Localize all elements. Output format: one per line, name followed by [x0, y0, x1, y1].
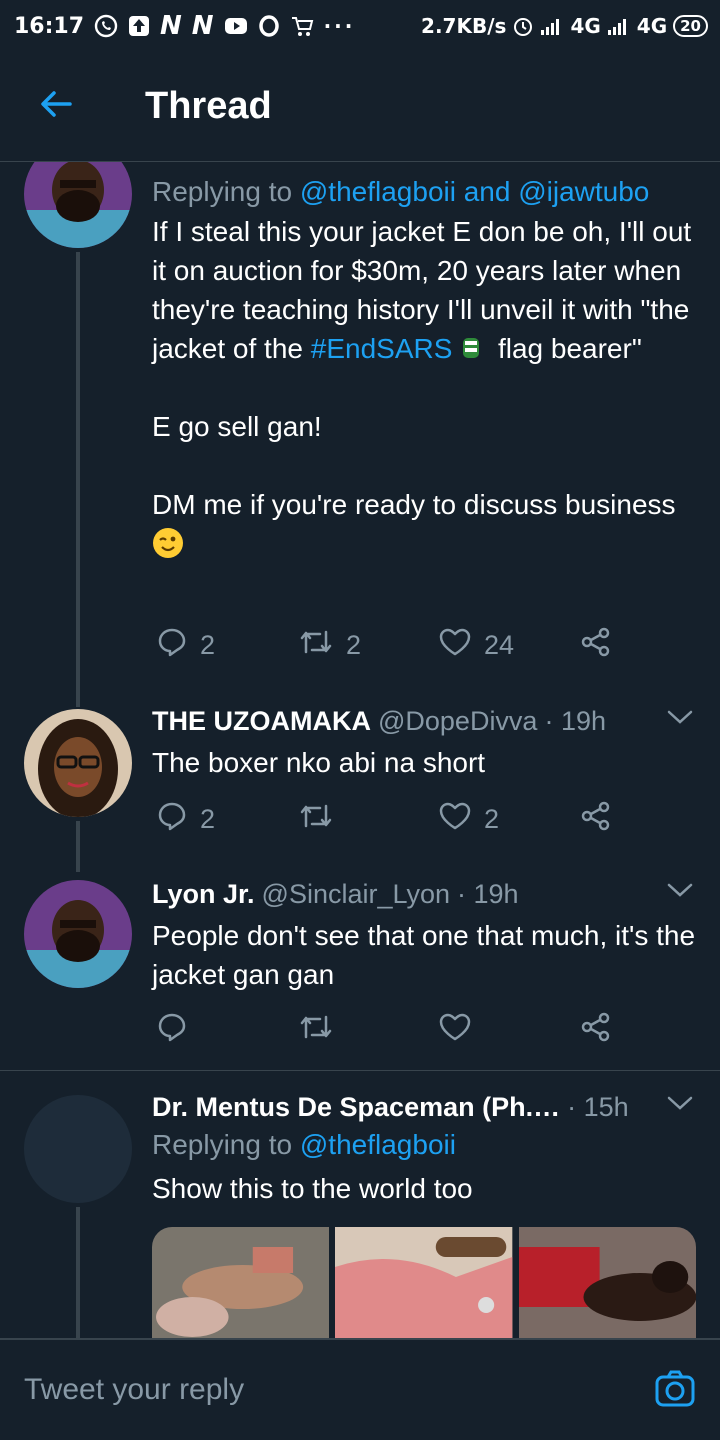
network-type-1: 4G	[570, 14, 601, 38]
like-button[interactable]	[438, 1011, 484, 1050]
share-icon	[580, 800, 612, 839]
reply-button[interactable]: 2	[156, 626, 215, 665]
back-button[interactable]	[0, 52, 112, 162]
reply-button[interactable]	[156, 1011, 200, 1050]
share-button[interactable]	[580, 1011, 612, 1050]
replying-to-link[interactable]: @theflagboii	[300, 1129, 456, 1160]
replying-to: Replying to @theflagboii	[152, 1129, 456, 1160]
user-handle[interactable]: @DopeDivva	[378, 705, 537, 737]
display-name[interactable]: THE UZOAMAKA	[152, 705, 371, 737]
signal-icon	[540, 16, 564, 36]
alarm-icon	[512, 15, 534, 37]
tweet-header: Lyon Jr. @Sinclair_Lyon · 19h	[152, 878, 697, 910]
status-bar: 16:17 N N ··· 2.7KB/s 4G 4G 20	[0, 0, 720, 52]
youtube-icon	[224, 16, 248, 36]
thread-line	[76, 821, 80, 872]
wink-emoji-icon	[152, 527, 184, 559]
display-name[interactable]: Dr. Mentus De Spaceman (Ph.…	[152, 1091, 560, 1123]
tweet-item[interactable]: Dr. Mentus De Spaceman (Ph.… · 15h Reply…	[0, 1071, 720, 1338]
retweet-icon	[298, 1011, 334, 1050]
retweet-button[interactable]: 2	[298, 626, 361, 665]
n-app-icon: N	[160, 11, 182, 41]
thread-feed[interactable]: Replying to @theflagboii and @ijawtubo I…	[0, 162, 720, 1338]
like-button[interactable]: 24	[438, 626, 514, 665]
upload-icon	[128, 15, 150, 37]
reply-input[interactable]: Tweet your reply	[24, 1373, 624, 1407]
chevron-down-icon[interactable]	[666, 880, 694, 905]
avatar[interactable]	[24, 1095, 132, 1203]
replying-to-link[interactable]: @theflagboii and @ijawtubo	[300, 176, 650, 207]
tweet-time: · 19h	[544, 706, 606, 736]
thread-line	[76, 1207, 80, 1338]
tweet-header: THE UZOAMAKA @DopeDivva · 19h	[152, 705, 697, 737]
tweet-header: Dr. Mentus De Spaceman (Ph.… · 15h	[152, 1091, 697, 1123]
battery-icon: 20	[673, 15, 708, 37]
tweet-text: People don't see that one that much, it'…	[152, 920, 703, 990]
tweet-time: · 15h	[567, 1092, 629, 1122]
n-app-icon-2: N	[191, 11, 214, 41]
retweet-button[interactable]	[298, 800, 346, 839]
tweet-item[interactable]: Replying to @theflagboii and @ijawtubo I…	[0, 162, 720, 697]
share-button[interactable]	[580, 800, 612, 839]
retweet-icon	[298, 800, 334, 839]
tweet-item[interactable]: Lyon Jr. @Sinclair_Lyon · 19h People don…	[0, 872, 720, 1072]
tweet-text: If I steal this your jacket E don be oh,…	[152, 212, 697, 563]
comment-icon	[156, 1011, 188, 1050]
avatar[interactable]	[24, 709, 132, 817]
camera-icon[interactable]	[654, 1368, 696, 1415]
share-icon	[580, 1011, 612, 1050]
heart-icon	[438, 626, 472, 665]
whatsapp-icon	[94, 14, 118, 38]
avatar[interactable]	[24, 880, 132, 988]
media-image[interactable]	[335, 1227, 513, 1338]
reply-button[interactable]: 2	[156, 800, 215, 839]
replying-to: Replying to @theflagboii and @ijawtubo	[152, 176, 650, 207]
tweet-actions	[152, 1010, 622, 1050]
fist-emoji-icon	[460, 333, 482, 359]
chevron-down-icon[interactable]	[666, 1093, 694, 1118]
retweet-icon	[298, 626, 334, 665]
network-type-2: 4G	[636, 14, 668, 38]
signal-icon-2	[607, 16, 631, 36]
reply-composer: Tweet your reply	[0, 1338, 720, 1440]
retweet-button[interactable]	[298, 1011, 346, 1050]
media-image[interactable]	[518, 1227, 696, 1338]
cart-icon	[290, 14, 314, 38]
network-speed: 2.7KB/s	[421, 14, 507, 38]
arrow-left-icon	[36, 84, 76, 129]
opera-icon	[258, 15, 280, 37]
user-handle[interactable]: @Sinclair_Lyon	[262, 878, 451, 910]
comment-icon	[156, 626, 188, 665]
thread-line	[76, 252, 80, 697]
like-button[interactable]: 2	[438, 800, 499, 839]
tweet-time: · 19h	[457, 879, 519, 909]
tweet-text: The boxer nko abi na short	[152, 747, 486, 778]
tweet-text: Show this to the world too	[152, 1173, 473, 1204]
heart-icon	[438, 800, 472, 839]
tweet-actions: 2 2	[152, 799, 622, 839]
avatar[interactable]	[24, 162, 132, 248]
thread-line	[76, 697, 80, 707]
page-title: Thread	[145, 85, 272, 127]
share-button[interactable]	[580, 626, 612, 665]
heart-icon	[438, 1011, 472, 1050]
status-time: 16:17	[14, 13, 85, 39]
tweet-actions: 2 2 24	[152, 625, 622, 665]
more-notifications-icon: ···	[323, 14, 356, 38]
tweet-media-grid[interactable]	[152, 1227, 696, 1338]
media-image[interactable]	[152, 1227, 330, 1338]
hashtag-link[interactable]: #EndSARS	[311, 333, 453, 364]
display-name[interactable]: Lyon Jr.	[152, 878, 255, 910]
tweet-item[interactable]: THE UZOAMAKA @DopeDivva · 19h The boxer …	[0, 697, 720, 872]
chevron-down-icon[interactable]	[666, 707, 694, 732]
thread-header: Thread	[0, 52, 720, 162]
share-icon	[580, 626, 612, 665]
comment-icon	[156, 800, 188, 839]
